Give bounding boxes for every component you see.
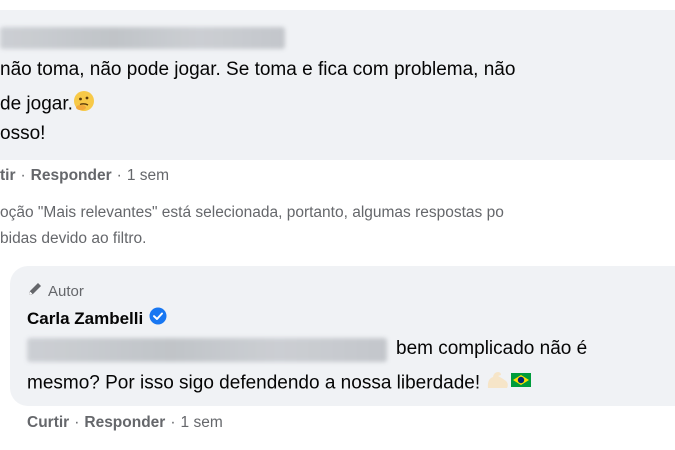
separator: · (74, 414, 80, 431)
redacted-commenter-name (0, 27, 285, 49)
author-badge: Autor (27, 281, 84, 301)
comment-text-line-2: de jogar. (0, 90, 95, 119)
filter-notice-line-1: oção "Mais relevantes" está selecionada,… (0, 204, 504, 221)
reply-text-line-2-text: mesmo? Por isso sigo defendendo a nossa … (27, 372, 481, 394)
separator: · (20, 167, 26, 184)
like-link[interactable]: tir (0, 167, 16, 184)
like-link[interactable]: Curtir (27, 414, 69, 431)
comment-text-line-3: osso! (0, 123, 46, 144)
author-badge-label: Autor (48, 282, 84, 300)
comment-text-line-2-text: de jogar. (0, 93, 73, 115)
timestamp[interactable]: 1 sem (181, 414, 223, 431)
comment-actions: tir · Responder · 1 sem (0, 167, 169, 185)
verified-badge-icon (149, 307, 167, 330)
timestamp[interactable]: 1 sem (127, 167, 169, 184)
reply-text-line-2: mesmo? Por isso sigo defendendo a nossa … (27, 369, 532, 398)
reply-actions: Curtir · Responder · 1 sem (27, 414, 223, 432)
filter-notice-line-2: bidas devido ao filtro. (0, 230, 147, 247)
brazil-flag-emoji (511, 370, 532, 397)
flexed-biceps-emoji (485, 369, 511, 398)
pencil-icon (27, 281, 43, 301)
reply-text-line-1: bem complicado não é (396, 338, 588, 359)
reply-author: Carla Zambelli (27, 307, 167, 330)
reply-author-name[interactable]: Carla Zambelli (27, 309, 143, 329)
comment-text-line-1: não toma, não pode jogar. Se toma e fica… (0, 59, 516, 80)
reply-link[interactable]: Responder (31, 167, 112, 184)
reply-link[interactable]: Responder (84, 414, 165, 431)
redacted-mention (27, 338, 387, 362)
separator: · (170, 414, 176, 431)
thinking-face-emoji (73, 90, 95, 119)
separator: · (116, 167, 122, 184)
